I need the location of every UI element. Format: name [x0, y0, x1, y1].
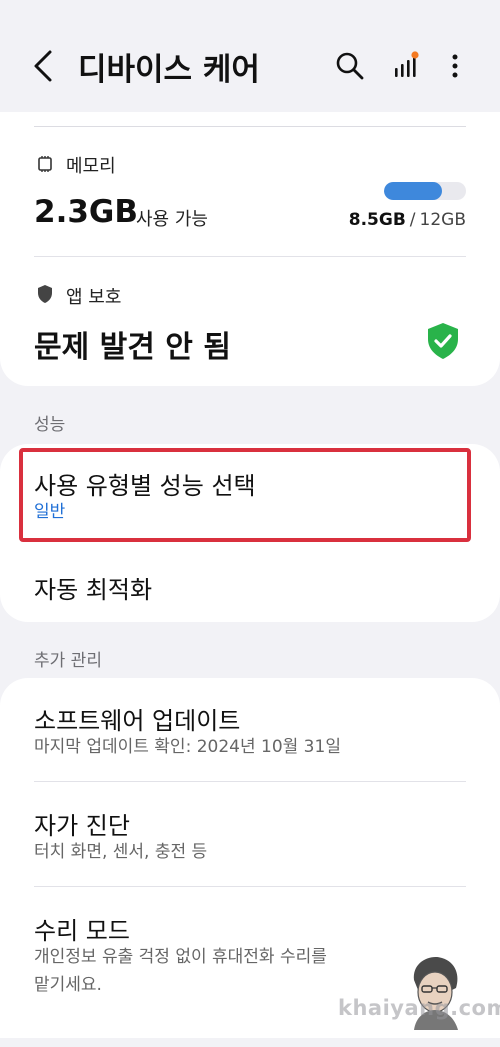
- section-label-performance: 성능: [34, 415, 66, 435]
- memory-label: 메모리: [66, 156, 116, 177]
- page-title: 디바이스 케어: [78, 52, 260, 88]
- shield-check-icon: [428, 323, 458, 359]
- memory-usage-bar-fill: [384, 182, 443, 200]
- memory-usage-bar: [384, 182, 466, 200]
- battery-signal-button[interactable]: [390, 50, 422, 82]
- memory-total: 12GB: [419, 210, 466, 230]
- highlight-box: [19, 448, 471, 542]
- section-label-additional: 추가 관리: [34, 651, 102, 671]
- software-update-title: 소프트웨어 업데이트: [34, 707, 241, 735]
- self-diagnosis-title: 자가 진단: [34, 812, 130, 840]
- watermark-text: khaiyang.com: [338, 996, 500, 1020]
- more-options-button[interactable]: [440, 50, 472, 82]
- memory-used: 8.5GB: [348, 210, 406, 230]
- divider: [34, 781, 466, 782]
- chevron-left-icon: [34, 50, 52, 82]
- app-header: 디바이스 케어: [0, 0, 500, 112]
- maintenance-mode-subtitle-line1: 개인정보 유출 걱정 없이 휴대전화 수리를: [34, 947, 327, 967]
- app-protection-label: 앱 보호: [66, 287, 122, 308]
- top-divider: [34, 126, 466, 127]
- notification-dot: [411, 51, 419, 59]
- memory-available-label: 사용 가능: [136, 209, 208, 230]
- search-button[interactable]: [334, 50, 366, 82]
- app-protection-status: 문제 발견 안 됨: [34, 330, 231, 365]
- back-button[interactable]: [28, 46, 60, 86]
- maintenance-mode-title: 수리 모드: [34, 917, 130, 945]
- memory-chip-icon: [38, 156, 52, 172]
- divider: [34, 886, 466, 887]
- search-icon: [336, 52, 364, 80]
- memory-usage-text: 8.5GB/12GB: [349, 210, 466, 230]
- software-update-subtitle: 마지막 업데이트 확인: 2024년 10월 31일: [34, 737, 341, 757]
- more-vertical-icon: [452, 54, 458, 78]
- divider: [34, 256, 466, 257]
- memory-available-value: 2.3GB: [34, 194, 138, 230]
- signal-bars-icon: [395, 51, 419, 77]
- shield-icon: [38, 285, 52, 303]
- auto-optimization-title: 자동 최적화: [34, 576, 153, 604]
- maintenance-mode-subtitle-line2: 맡기세요.: [34, 975, 102, 995]
- memory-separator: /: [409, 210, 416, 230]
- self-diagnosis-subtitle: 터치 화면, 센서, 충전 등: [34, 842, 208, 862]
